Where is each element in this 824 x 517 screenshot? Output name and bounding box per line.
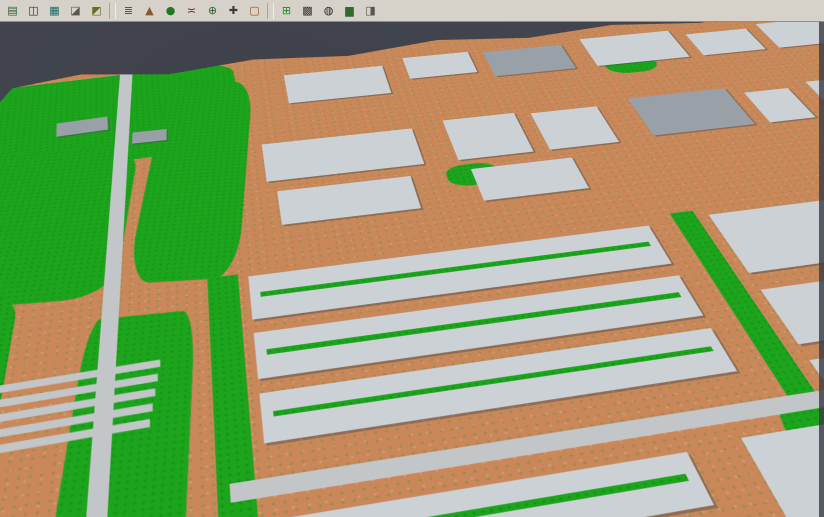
toolbar-separator bbox=[109, 3, 116, 19]
toolbar-separator bbox=[267, 3, 274, 19]
window-edge bbox=[819, 22, 824, 517]
building-roof bbox=[277, 176, 421, 225]
building-roof-dark bbox=[628, 88, 755, 135]
crosshair-icon[interactable]: ⊕ bbox=[203, 2, 222, 20]
building-roof bbox=[531, 106, 620, 149]
building-roof bbox=[442, 112, 533, 159]
zoom-extent-icon[interactable]: ▢ bbox=[245, 2, 264, 20]
table-view-icon[interactable]: ▦ bbox=[45, 2, 64, 20]
shade-view-icon[interactable]: ◩ bbox=[87, 2, 106, 20]
histogram-icon[interactable]: ▆ bbox=[340, 2, 359, 20]
settings-icon[interactable]: ✚ bbox=[224, 2, 243, 20]
building-roof bbox=[741, 411, 824, 517]
building-roof bbox=[579, 30, 689, 65]
building-roof bbox=[744, 88, 815, 122]
building-roof bbox=[756, 22, 824, 47]
dark-grid-icon[interactable]: ▩ bbox=[298, 2, 317, 20]
viewport-3d[interactable] bbox=[0, 22, 824, 517]
pointcloud-terrain bbox=[0, 22, 824, 517]
scene-container bbox=[0, 22, 824, 517]
info-panel-icon[interactable]: ◨ bbox=[361, 2, 380, 20]
grid-icon[interactable]: ⊞ bbox=[277, 2, 296, 20]
open-file-icon[interactable]: ▤ bbox=[3, 2, 22, 20]
building-roof bbox=[402, 51, 477, 78]
save-icon[interactable]: ◫ bbox=[24, 2, 43, 20]
globe-icon[interactable]: ◍ bbox=[319, 2, 338, 20]
building-roof-dark bbox=[483, 44, 576, 76]
building-roof bbox=[284, 65, 391, 103]
profile-view-icon[interactable]: ◪ bbox=[66, 2, 85, 20]
main-toolbar: ▤◫▦◪◩ ≣▲●≍⊕✚▢ ⊞▩◍▆◨ bbox=[0, 0, 824, 22]
building-roof bbox=[262, 128, 425, 181]
terrain-icon[interactable]: ▲ bbox=[140, 2, 159, 20]
layers-icon[interactable]: ≣ bbox=[119, 2, 138, 20]
sphere-render-icon[interactable]: ● bbox=[161, 2, 180, 20]
application-window: ▤◫▦◪◩ ≣▲●≍⊕✚▢ ⊞▩◍▆◨ bbox=[0, 0, 824, 517]
measure-icon[interactable]: ≍ bbox=[182, 2, 201, 20]
building-roof bbox=[686, 28, 766, 55]
